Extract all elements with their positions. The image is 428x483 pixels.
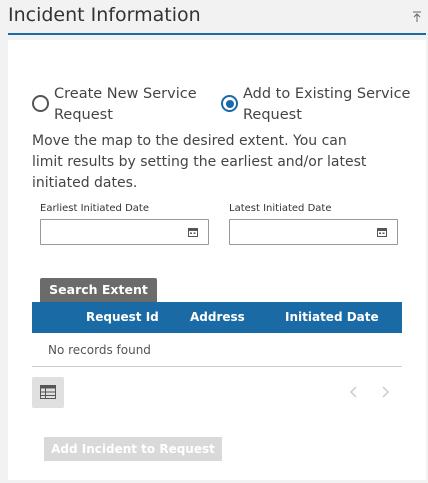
radio-add-existing-circle[interactable] xyxy=(221,95,238,112)
panel-title: Incident Information xyxy=(8,4,201,26)
incident-information-panel: Incident Information Create New Service … xyxy=(0,0,428,483)
calendar-icon[interactable] xyxy=(188,227,198,237)
radio-create-new-label[interactable]: Create New Service Request xyxy=(54,84,204,126)
latest-date-input[interactable] xyxy=(230,220,370,244)
empty-table-message: No records found xyxy=(48,343,151,357)
panel-content: Create New Service Request Add to Existi… xyxy=(8,40,426,480)
table-view-button[interactable] xyxy=(32,377,64,408)
earliest-date-field[interactable] xyxy=(40,219,209,245)
panel-header: Incident Information xyxy=(0,0,428,34)
chevron-left-icon[interactable] xyxy=(348,385,360,399)
header-divider xyxy=(8,33,426,35)
search-extent-button[interactable]: Search Extent xyxy=(40,278,157,302)
earliest-date-input[interactable] xyxy=(41,220,181,244)
earliest-date-label: Earliest Initiated Date xyxy=(40,203,149,214)
radio-create-new-circle[interactable] xyxy=(32,95,49,112)
table-grid-icon xyxy=(40,385,56,399)
radio-add-existing[interactable]: Add to Existing Service Request xyxy=(221,84,423,126)
radio-create-new[interactable]: Create New Service Request xyxy=(32,84,204,126)
chevron-right-icon[interactable] xyxy=(379,385,391,399)
latest-date-label: Latest Initiated Date xyxy=(229,203,332,214)
column-header-initiated-date[interactable]: Initiated Date xyxy=(285,302,379,333)
radio-add-existing-label[interactable]: Add to Existing Service Request xyxy=(243,84,423,126)
results-table-header: Request Id Address Initiated Date xyxy=(32,302,402,333)
column-header-address[interactable]: Address xyxy=(190,302,245,333)
add-incident-to-request-button[interactable]: Add Incident to Request xyxy=(44,437,222,461)
latest-date-field[interactable] xyxy=(229,219,398,245)
table-bottom-divider xyxy=(32,366,402,367)
instructions-text: Move the map to the desired extent. You … xyxy=(32,133,367,191)
column-header-request-id[interactable]: Request Id xyxy=(86,302,159,333)
calendar-icon[interactable] xyxy=(377,227,387,237)
collapse-up-icon[interactable] xyxy=(412,11,422,23)
